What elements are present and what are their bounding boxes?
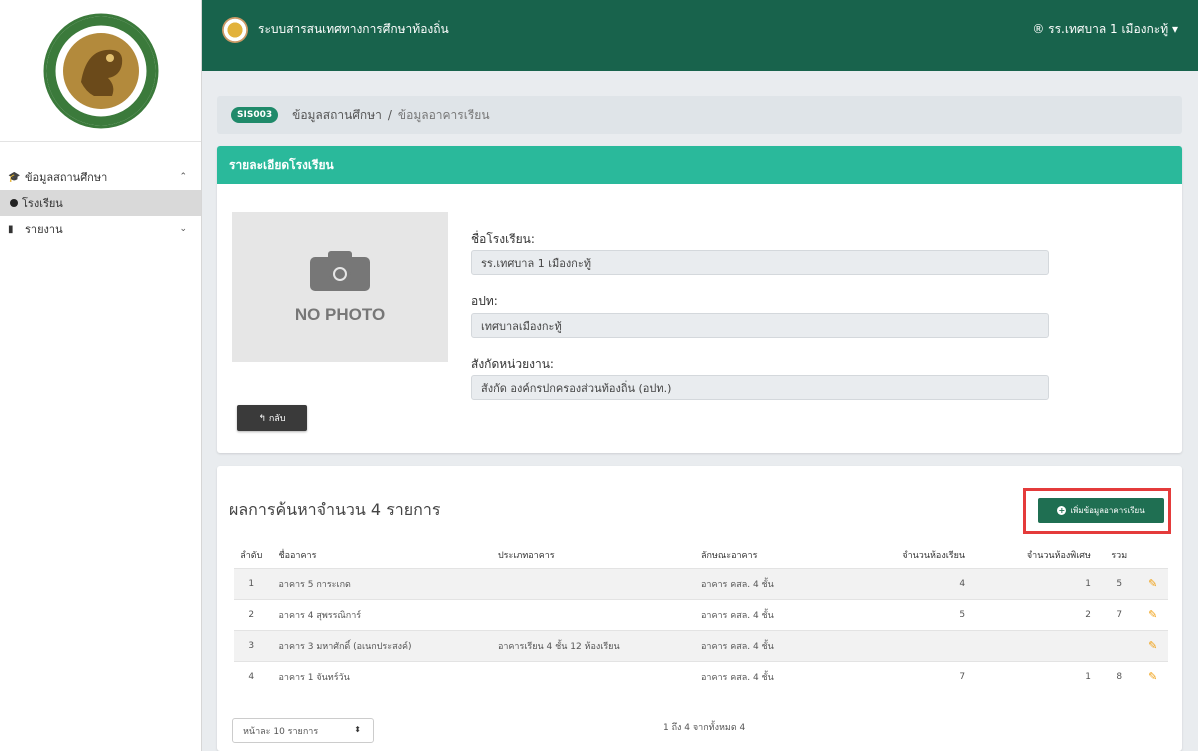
file-icon: ▮ — [8, 223, 14, 235]
school-detail-card: รายละเอียดโรงเรียน NO PHOTO ชื่อโรงเรียน… — [217, 146, 1182, 453]
topbar: ระบบสารสนเทศทางการศึกษาท้องถิ่น ® รร.เทศ… — [202, 0, 1198, 71]
row-classrooms: 5 — [853, 598, 976, 630]
school-photo-placeholder: NO PHOTO — [232, 212, 448, 362]
camera-icon — [310, 249, 370, 293]
sidebar-item-label: โรงเรียน — [22, 197, 63, 210]
row-total — [1100, 629, 1138, 661]
row-building-feature: อาคาร คสล. 4 ชั้น — [700, 567, 854, 599]
sidebar-item-label: ข้อมูลสถานศึกษา — [25, 171, 108, 184]
building-results-card: ผลการค้นหาจำนวน 4 รายการ + เพิ่มข้อมูลอา… — [217, 466, 1182, 751]
row-total: 8 — [1100, 660, 1138, 692]
opt-field: เทศบาลเมืองกะทู้ — [471, 313, 1049, 338]
sidebar-item-report[interactable]: ▮ รายงาน ⌄ — [0, 216, 201, 242]
pencil-icon[interactable]: ✎ — [1148, 577, 1157, 590]
breadcrumb: SIS003 ข้อมูลสถานศึกษา / ข้อมูลอาคารเรีย… — [217, 96, 1182, 134]
page-size-select[interactable]: หน้าละ 10 รายการ ⬍ — [232, 718, 374, 743]
row-total: 5 — [1100, 567, 1138, 599]
dla-logo — [43, 13, 158, 128]
affiliation-label: สังกัดหน่วยงาน: — [471, 357, 554, 371]
graduation-cap-icon: 🎓 — [8, 171, 21, 183]
pencil-icon[interactable]: ✎ — [1148, 639, 1157, 652]
pagination-info: 1 ถึง 4 จากทั้งหมด 4 — [663, 723, 746, 733]
row-special-rooms — [975, 629, 1101, 661]
user-menu[interactable]: ® รร.เทศบาล 1 เมืองกะทู้ ▾ — [1032, 20, 1178, 39]
sort-arrows-icon: ⬍ — [354, 725, 361, 734]
col-classrooms: จำนวนห้องเรียน — [902, 550, 966, 561]
sidebar-item-school[interactable]: โรงเรียน — [0, 190, 201, 216]
breadcrumb-school-info[interactable]: ข้อมูลสถานศึกษา — [292, 106, 382, 125]
app-logo — [222, 16, 248, 43]
row-index: 4 — [234, 660, 269, 692]
table-row[interactable]: 3 อาคาร 3 มหาศักดิ์ (อเนกประสงค์) อาคารเ… — [234, 629, 1168, 661]
col-building-name: ชื่ออาคาร — [278, 550, 317, 561]
row-building-name: อาคาร 1 จันทร์วัน — [268, 660, 498, 692]
row-building-name: อาคาร 4 สุพรรณิการ์ — [268, 598, 498, 630]
table-row[interactable]: 2 อาคาร 4 สุพรรณิการ์ อาคาร คสล. 4 ชั้น … — [234, 598, 1168, 630]
row-special-rooms: 1 — [975, 567, 1101, 599]
back-button[interactable]: ↰ กลับ — [237, 405, 307, 431]
row-index: 3 — [234, 629, 269, 661]
sidebar: 🎓 ข้อมูลสถานศึกษา ⌃ โรงเรียน ▮ รายงาน ⌄ — [0, 0, 202, 751]
affiliation-field: สังกัด องค์กรปกครองส่วนท้องถิ่น (อปท.) — [471, 375, 1049, 400]
school-name-field: รร.เทศบาล 1 เมืองกะทู้ — [471, 250, 1049, 275]
page-size-value: หน้าละ 10 รายการ — [243, 726, 319, 737]
row-building-type: อาคารเรียน 4 ชั้น 12 ห้องเรียน — [497, 629, 701, 661]
col-actions — [1138, 542, 1169, 568]
breadcrumb-separator: / — [387, 108, 392, 122]
logo-area — [0, 0, 201, 142]
breadcrumb-building-info: ข้อมูลอาคารเรียน — [397, 107, 490, 122]
row-building-name: อาคาร 3 มหาศักดิ์ (อเนกประสงค์) — [268, 629, 498, 661]
col-total: รวม — [1111, 550, 1128, 561]
col-special-rooms: จำนวนห้องพิเศษ — [1026, 550, 1091, 561]
table-row[interactable]: 4 อาคาร 1 จันทร์วัน อาคาร คสล. 4 ชั้น 7 … — [234, 660, 1168, 692]
pencil-icon[interactable]: ✎ — [1148, 608, 1157, 621]
row-building-type — [497, 598, 701, 630]
pencil-icon[interactable]: ✎ — [1148, 670, 1157, 683]
col-building-type: ประเภทอาคาร — [497, 550, 555, 561]
row-building-feature: อาคาร คสล. 4 ชั้น — [700, 629, 854, 661]
school-name-label: ชื่อโรงเรียน: — [471, 232, 535, 246]
chevron-up-icon: ⌃ — [179, 172, 187, 182]
add-building-button[interactable]: + เพิ่มข้อมูลอาคารเรียน — [1038, 498, 1164, 523]
row-building-feature: อาคาร คสล. 4 ชั้น — [700, 660, 854, 692]
sidebar-menu: 🎓 ข้อมูลสถานศึกษา ⌃ โรงเรียน ▮ รายงาน ⌄ — [0, 142, 201, 242]
table-header-row: ลำดับ ชื่ออาคาร ประเภทอาคาร ลักษณะอาคาร … — [234, 542, 1168, 568]
row-total: 7 — [1100, 598, 1138, 630]
row-building-type — [497, 567, 701, 599]
chevron-down-icon: ⌄ — [179, 224, 187, 234]
row-classrooms — [853, 629, 976, 661]
plus-circle-icon: + — [1057, 506, 1067, 515]
dot-icon — [10, 199, 18, 207]
table-row[interactable]: 1 อาคาร 5 การะเกด อาคาร คสล. 4 ชั้น 4 1 … — [234, 567, 1168, 599]
row-building-feature: อาคาร คสล. 4 ชั้น — [700, 598, 854, 630]
row-special-rooms: 2 — [975, 598, 1101, 630]
row-building-name: อาคาร 5 การะเกด — [268, 567, 498, 599]
row-index: 1 — [234, 567, 269, 599]
row-classrooms: 7 — [853, 660, 976, 692]
add-building-label: เพิ่มข้อมูลอาคารเรียน — [1070, 506, 1145, 515]
row-special-rooms: 1 — [975, 660, 1101, 692]
results-count-title: ผลการค้นหาจำนวน 4 รายการ — [229, 500, 441, 519]
sidebar-item-school-info[interactable]: 🎓 ข้อมูลสถานศึกษา ⌃ — [0, 164, 201, 190]
opt-label: อปท: — [471, 294, 498, 308]
row-classrooms: 4 — [853, 567, 976, 599]
page-code-badge: SIS003 — [231, 107, 279, 123]
sidebar-item-label: รายงาน — [25, 223, 63, 236]
building-table: ลำดับ ชื่ออาคาร ประเภทอาคาร ลักษณะอาคาร … — [234, 542, 1168, 692]
app-title[interactable]: ระบบสารสนเทศทางการศึกษาท้องถิ่น — [258, 20, 1032, 39]
no-photo-label: NO PHOTO — [294, 305, 386, 324]
row-building-type — [497, 660, 701, 692]
row-index: 2 — [234, 598, 269, 630]
col-building-feature: ลักษณะอาคาร — [700, 550, 758, 561]
card-title: รายละเอียดโรงเรียน — [217, 146, 1182, 184]
col-index: ลำดับ — [240, 550, 263, 561]
